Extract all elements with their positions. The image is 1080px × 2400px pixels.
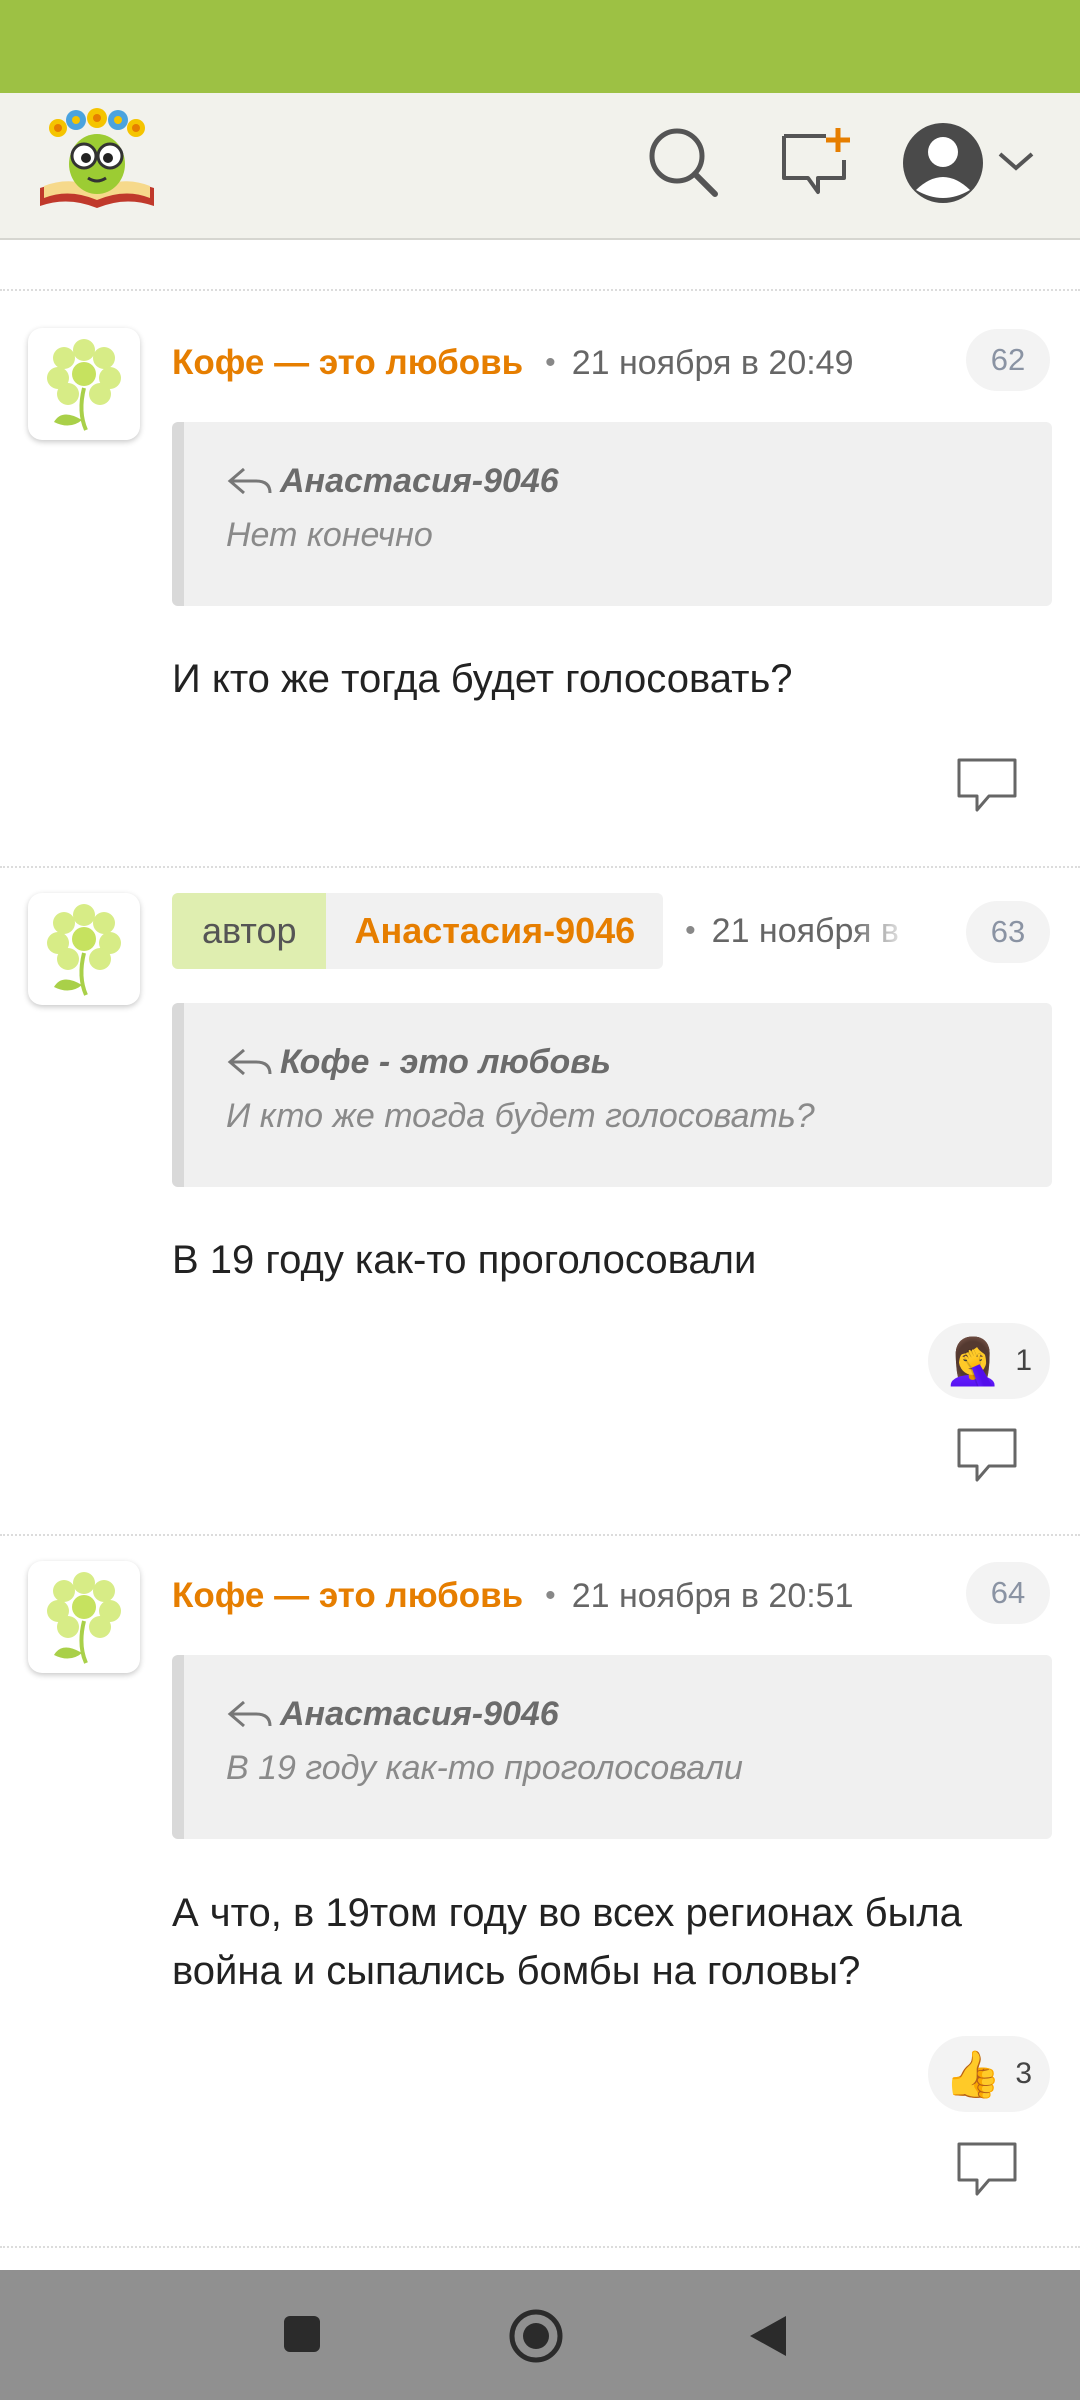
quote-text: Нет конечно bbox=[226, 516, 433, 554]
comment-text: А что, в 19том году во всех регионах был… bbox=[172, 1891, 962, 1993]
comment-date[interactable]: 21 ноября в bbox=[712, 912, 899, 950]
logo-icon[interactable] bbox=[34, 108, 160, 212]
facepalm-emoji-icon: 🤦‍♀️ bbox=[944, 1335, 1002, 1387]
quote-block: Кофе - это любовь И кто же тогда будет г… bbox=[172, 1003, 1052, 1187]
quote-author-row: Анастасия-9046 bbox=[226, 1691, 1052, 1737]
reaction-badge[interactable]: 👍 3 bbox=[928, 2036, 1050, 2112]
new-message-icon[interactable] bbox=[778, 126, 854, 198]
flower-avatar-icon bbox=[47, 1572, 121, 1664]
reply-arrow-icon bbox=[227, 467, 272, 495]
avatar[interactable] bbox=[28, 893, 140, 1005]
comment-number-badge[interactable]: 62 bbox=[966, 329, 1050, 391]
status-bar bbox=[0, 0, 1080, 93]
reaction-count: 1 bbox=[1015, 1344, 1032, 1377]
quote-author-row: Анастасия-9046 bbox=[226, 458, 1052, 504]
comment-meta: автор Анастасия-9046 • 21 ноября в bbox=[172, 893, 912, 969]
recent-apps-icon[interactable] bbox=[282, 2314, 322, 2354]
comment-author[interactable]: Кофе — это любовь bbox=[172, 1576, 523, 1616]
comment-date[interactable]: 21 ноября в 20:51 bbox=[572, 1577, 854, 1616]
quote-author-row: Кофе - это любовь bbox=[226, 1039, 1052, 1085]
comment-number-badge[interactable]: 64 bbox=[966, 1562, 1050, 1624]
flower-avatar-icon bbox=[47, 339, 121, 431]
chevron-down-icon bbox=[998, 152, 1034, 171]
reply-arrow-icon bbox=[227, 1048, 272, 1076]
account-icon bbox=[903, 123, 983, 203]
comment-author[interactable]: Кофе — это любовь bbox=[172, 343, 523, 383]
reply-comment-icon[interactable] bbox=[955, 756, 1019, 814]
flower-avatar-icon bbox=[47, 904, 121, 996]
quote-block: Анастасия-9046 Нет конечно bbox=[172, 422, 1052, 606]
comment-meta: Кофе — это любовь • 21 ноября в 20:49 bbox=[172, 333, 854, 393]
comment-meta: Кофе — это любовь • 21 ноября в 20:51 bbox=[172, 1566, 854, 1626]
comment-separator bbox=[0, 1534, 1080, 1536]
avatar[interactable] bbox=[28, 1561, 140, 1673]
reply-comment-icon[interactable] bbox=[955, 2140, 1019, 2198]
quote-author: Анастасия-9046 bbox=[280, 461, 559, 500]
separator-dot: • bbox=[685, 914, 696, 947]
separator-dot: • bbox=[545, 1579, 556, 1612]
comment-text: В 19 году как-то проголосовали bbox=[172, 1238, 757, 1282]
reply-arrow-icon bbox=[227, 1700, 272, 1728]
avatar[interactable] bbox=[28, 328, 140, 440]
system-nav-bar bbox=[0, 2270, 1080, 2400]
quote-text: В 19 году как-то проголосовали bbox=[226, 1749, 743, 1787]
comment-separator bbox=[0, 2246, 1080, 2248]
reply-comment-icon[interactable] bbox=[955, 1426, 1019, 1484]
author-label: автор bbox=[172, 893, 327, 969]
comment-date[interactable]: 21 ноября в 20:49 bbox=[572, 344, 854, 383]
thumbs-up-emoji-icon: 👍 bbox=[944, 2048, 1002, 2100]
home-icon[interactable] bbox=[508, 2308, 564, 2364]
separator-dot: • bbox=[545, 346, 556, 379]
comment-number-badge[interactable]: 63 bbox=[966, 901, 1050, 963]
reaction-badge[interactable]: 🤦‍♀️ 1 bbox=[928, 1323, 1050, 1399]
back-icon[interactable] bbox=[746, 2312, 790, 2360]
comment-text: И кто же тогда будет голосовать? bbox=[172, 657, 793, 701]
quote-block: Анастасия-9046 В 19 году как-то проголос… bbox=[172, 1655, 1052, 1839]
divider bbox=[0, 289, 1080, 291]
quote-author: Анастасия-9046 bbox=[280, 1694, 559, 1733]
reaction-count: 3 bbox=[1015, 2057, 1032, 2090]
comment-separator bbox=[0, 866, 1080, 868]
comment-author: Анастасия-9046 bbox=[326, 893, 664, 969]
quote-author: Кофе - это любовь bbox=[280, 1042, 611, 1081]
account-menu[interactable] bbox=[900, 120, 1040, 206]
author-chip[interactable]: автор Анастасия-9046 bbox=[172, 893, 664, 969]
date-clip: 21 ноября в bbox=[712, 911, 912, 951]
quote-text: И кто же тогда будет голосовать? bbox=[226, 1097, 815, 1135]
search-icon[interactable] bbox=[645, 124, 721, 200]
